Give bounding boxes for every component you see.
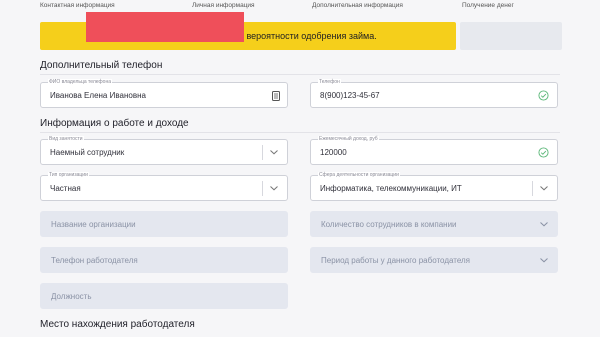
step-receive-money[interactable]: Получение денег	[462, 2, 514, 9]
owner-name-label: ФИО владельца телефона	[48, 79, 112, 85]
section-divider	[40, 74, 560, 75]
select-divider	[262, 181, 263, 196]
employment-value: Наемный сотрудник	[50, 148, 125, 157]
work-period-placeholder: Период работы у данного работодателя	[321, 256, 471, 265]
owner-name-value: Иванова Елена Ивановна	[50, 91, 146, 100]
section-title-extra-phone: Дополнительный телефон	[40, 60, 163, 71]
select-divider	[262, 145, 263, 160]
org-type-label: Тип организации	[48, 172, 89, 178]
progress-steps: Контактная информация Личная информация …	[0, 0, 600, 12]
org-type-value: Частная	[50, 184, 81, 193]
employer-phone-placeholder: Телефон работодателя	[51, 256, 138, 265]
income-value: 120000	[320, 148, 347, 157]
employees-select[interactable]: Количество сотрудников в компании	[310, 211, 558, 237]
section-divider	[40, 132, 560, 133]
banner-text: к вероятности одобрения займа.	[240, 31, 377, 41]
phone-label: Телефон	[318, 79, 341, 85]
work-period-select[interactable]: Период работы у данного работодателя	[310, 247, 558, 273]
employer-phone-input[interactable]: Телефон работодателя	[40, 247, 288, 273]
phone-value: 8(900)123-45-67	[320, 91, 380, 100]
application-form-page: Контактная информация Личная информация …	[0, 0, 600, 337]
redaction-block	[86, 12, 244, 42]
valid-check-icon	[538, 147, 549, 158]
banner-side-panel	[460, 22, 562, 50]
income-label: Ежемесячный доход, руб	[318, 136, 379, 142]
org-sphere-value: Информатика, телекоммуникации, ИТ	[320, 184, 462, 193]
section-title-work: Информация о работе и доходе	[40, 118, 189, 129]
section-title-employer-location: Место нахождения работодателя	[40, 319, 195, 330]
step-contact-info[interactable]: Контактная информация	[40, 2, 115, 9]
position-input[interactable]: Должность	[40, 283, 288, 309]
position-placeholder: Должность	[51, 292, 92, 301]
step-additional-info[interactable]: Дополнительная информация	[312, 2, 403, 9]
chevron-down-icon[interactable]	[539, 219, 549, 229]
contact-card-icon[interactable]	[272, 91, 280, 101]
chevron-down-icon[interactable]	[269, 183, 279, 193]
phone-field[interactable]: Телефон 8(900)123-45-67	[310, 79, 558, 108]
chevron-down-icon[interactable]	[539, 183, 549, 193]
select-divider	[532, 181, 533, 196]
valid-check-icon	[538, 90, 549, 101]
employment-label: Вид занятости	[48, 136, 84, 142]
owner-name-field[interactable]: ФИО владельца телефона Иванова Елена Ива…	[40, 79, 288, 108]
income-field[interactable]: Ежемесячный доход, руб 120000	[310, 136, 558, 165]
chevron-down-icon[interactable]	[539, 255, 549, 265]
org-name-placeholder: Название организации	[51, 220, 136, 229]
org-type-select[interactable]: Тип организации Частная	[40, 172, 288, 201]
employment-select[interactable]: Вид занятости Наемный сотрудник	[40, 136, 288, 165]
org-sphere-label: Сфера деятельности организации	[318, 172, 400, 178]
org-sphere-select[interactable]: Сфера деятельности организации Информати…	[310, 172, 558, 201]
employees-placeholder: Количество сотрудников в компании	[321, 220, 457, 229]
org-name-input[interactable]: Название организации	[40, 211, 288, 237]
step-personal-info[interactable]: Личная информация	[192, 2, 255, 9]
chevron-down-icon[interactable]	[269, 147, 279, 157]
